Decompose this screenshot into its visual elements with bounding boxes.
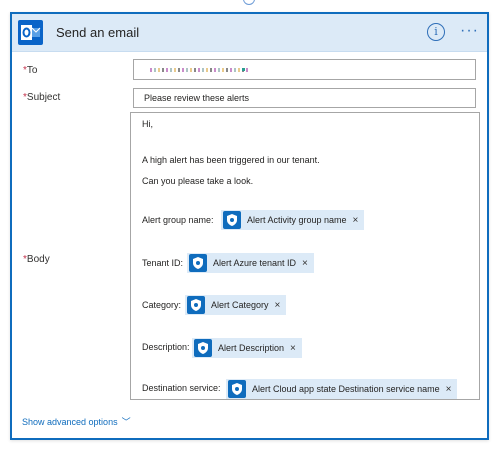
subject-field[interactable]: Please review these alerts xyxy=(133,88,476,108)
cloud-app-security-icon xyxy=(223,211,241,229)
action-title: Send an email xyxy=(56,25,140,40)
remove-token-icon[interactable]: × xyxy=(446,384,452,395)
to-recipient-redacted xyxy=(150,68,250,72)
body-label: *Body xyxy=(23,254,50,265)
body-row-label: Tenant ID: xyxy=(142,258,184,268)
outlook-icon xyxy=(18,20,43,45)
send-email-action-card: Send an email i ··· *To *Subject Please … xyxy=(10,12,489,440)
dynamic-content-token[interactable]: Alert Cloud app state Destination servic… xyxy=(226,379,458,399)
body-greeting: Hi, xyxy=(142,119,153,129)
body-editor[interactable]: Hi, A high alert has been triggered in o… xyxy=(130,112,480,400)
card-header[interactable]: Send an email i ··· xyxy=(12,14,487,52)
remove-token-icon[interactable]: × xyxy=(353,215,359,226)
remove-token-icon[interactable]: × xyxy=(290,343,296,354)
info-icon[interactable]: i xyxy=(427,23,445,41)
remove-token-icon[interactable]: × xyxy=(302,258,308,269)
body-row-label: Description: xyxy=(142,342,190,352)
body-line: Can you please take a look. xyxy=(142,176,254,186)
to-field[interactable] xyxy=(133,59,476,80)
dynamic-content-token[interactable]: Alert Category × xyxy=(185,295,287,315)
dynamic-content-token[interactable]: Alert Azure tenant ID × xyxy=(187,253,314,273)
remove-token-icon[interactable]: × xyxy=(275,300,281,311)
dynamic-content-token[interactable]: Alert Description × xyxy=(192,338,302,358)
body-row-label: Destination service: xyxy=(142,383,221,393)
subject-label: *Subject xyxy=(23,92,61,103)
cloud-app-security-icon xyxy=(228,380,246,398)
dynamic-content-token[interactable]: Alert Activity group name × xyxy=(221,210,365,230)
cloud-app-security-icon xyxy=(189,254,207,272)
body-line: A high alert has been triggered in our t… xyxy=(142,155,320,165)
connector-circle xyxy=(243,0,255,5)
chevron-down-icon: ﹀ xyxy=(121,417,131,427)
body-row-label: Category: xyxy=(142,300,182,310)
cloud-app-security-icon xyxy=(187,296,205,314)
show-advanced-options-link[interactable]: Show advanced options ﹀ xyxy=(22,415,131,428)
cloud-app-security-icon xyxy=(194,339,212,357)
to-label: *To xyxy=(23,65,38,76)
body-row-label: Alert group name: xyxy=(142,215,214,225)
more-options-icon[interactable]: ··· xyxy=(460,23,479,39)
